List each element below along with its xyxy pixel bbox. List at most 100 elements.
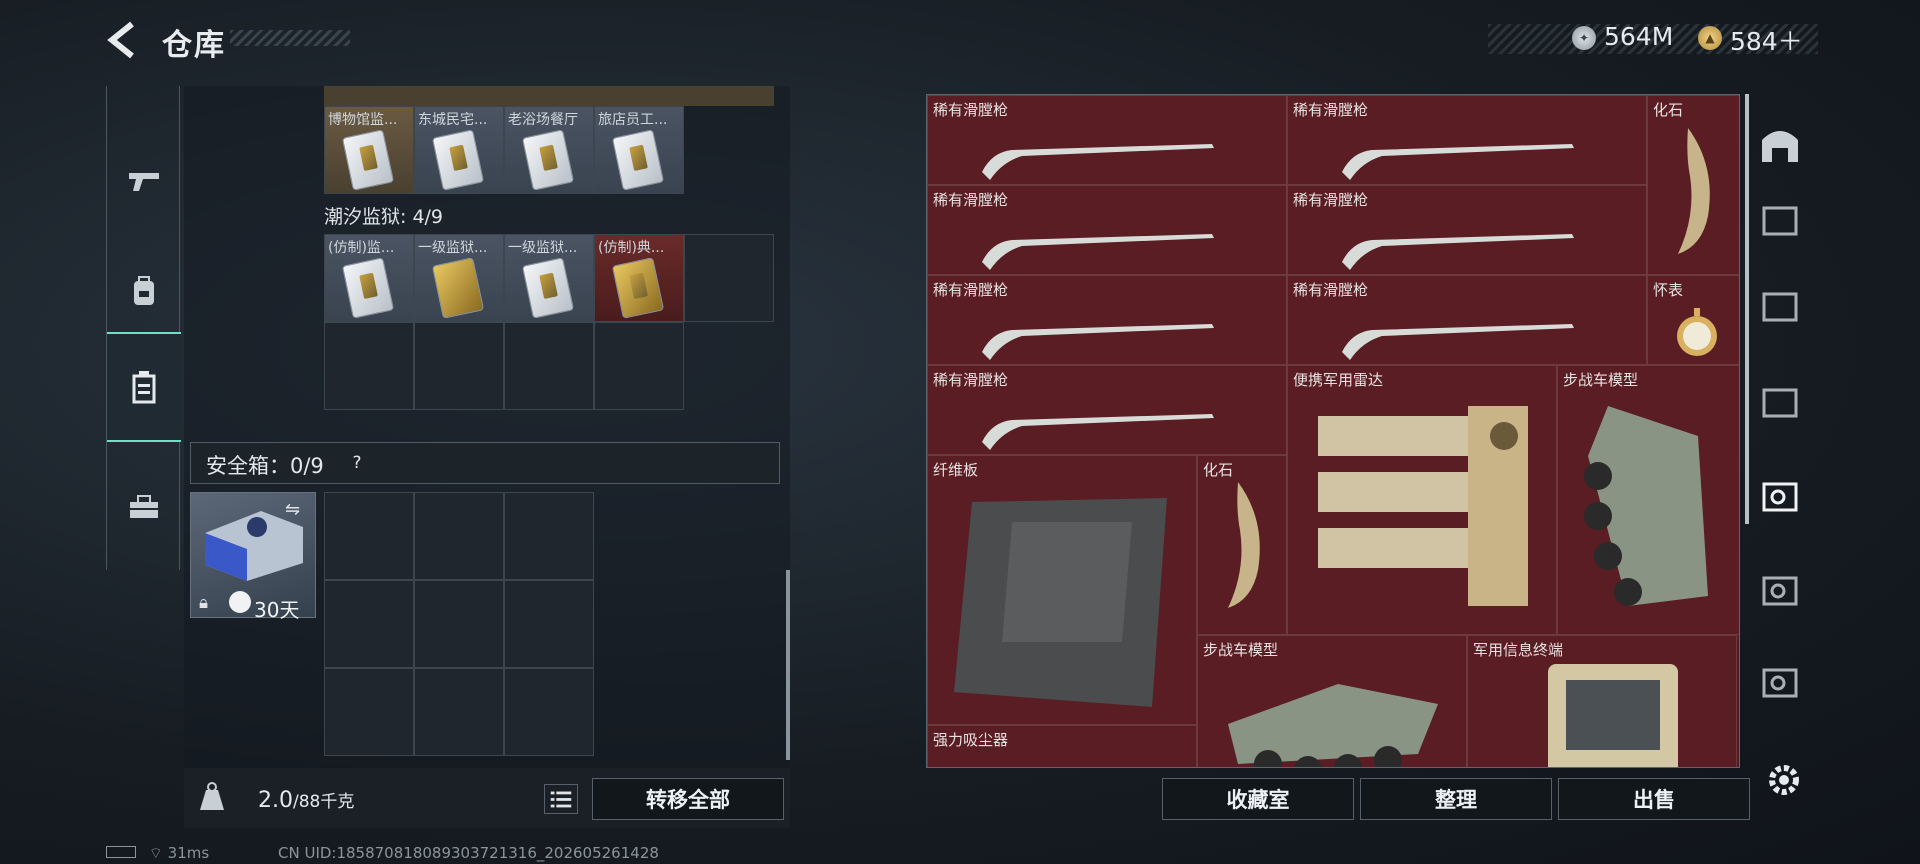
stash-page-v-icon-active[interactable] xyxy=(1756,470,1804,518)
stash-page-iv-icon[interactable] xyxy=(1756,280,1804,328)
item-label: 强力吸尘器 xyxy=(933,731,1009,749)
stash-item-terminal[interactable]: 军用信息终端 xyxy=(1467,635,1737,767)
musket-icon xyxy=(982,324,1214,360)
tab-containers[interactable] xyxy=(107,332,181,442)
stash-overview-icon[interactable] xyxy=(1756,120,1804,168)
gold-coin-icon: ▲ xyxy=(1698,26,1722,50)
gold-currency-value: 584＋ xyxy=(1730,27,1803,56)
item-label: 稀有滑膛枪 xyxy=(933,191,1009,209)
stash-item-vacuum[interactable]: 强力吸尘器 xyxy=(927,725,1197,767)
stash-item-fossil[interactable]: 化石 xyxy=(1197,455,1287,635)
keycard-icon xyxy=(431,257,485,319)
back-arrow-icon[interactable] xyxy=(104,20,140,60)
fossil-claw-icon xyxy=(1678,128,1710,254)
empty-slot[interactable] xyxy=(504,322,594,410)
sell-button[interactable]: 出售 xyxy=(1558,778,1750,820)
stash-page-v-icon[interactable] xyxy=(1756,656,1804,704)
settings-gear-icon[interactable] xyxy=(1764,760,1804,800)
stash-page-icon[interactable] xyxy=(1756,194,1804,242)
stash-item-ifv-model[interactable]: 步战车模型 xyxy=(1557,365,1739,635)
empty-slot[interactable] xyxy=(414,668,504,756)
keycard-slot[interactable]: 博物馆监... xyxy=(324,106,414,194)
musket-icon xyxy=(982,414,1214,450)
keycard-slot[interactable]: (仿制)监... xyxy=(324,234,414,322)
stash-item-radar[interactable]: 便携军用雷达 xyxy=(1287,365,1557,635)
empty-slot[interactable] xyxy=(324,668,414,756)
stash-item-musket[interactable]: 稀有滑膛枪 xyxy=(1287,95,1647,185)
empty-slot[interactable] xyxy=(684,234,774,322)
item-label: 旅店员工... xyxy=(598,112,668,128)
sort-button[interactable]: 整理 xyxy=(1360,778,1552,820)
inventory-scrollbar[interactable] xyxy=(786,570,790,760)
stash-item-musket[interactable]: 稀有滑膛枪 xyxy=(927,95,1287,185)
empty-slot[interactable] xyxy=(324,580,414,668)
stash-page-v-icon[interactable] xyxy=(1756,564,1804,612)
item-label: (仿制)典... xyxy=(598,240,665,256)
item-label: 纤维板 xyxy=(933,461,979,479)
item-label: 一级监狱... xyxy=(418,240,488,256)
musket-icon xyxy=(1342,324,1574,360)
container-top-edge xyxy=(324,86,774,106)
safe-box-duration: 30天 xyxy=(254,598,300,622)
keycard-slot[interactable]: 一级监狱... xyxy=(504,234,594,322)
keycard-icon xyxy=(521,129,575,191)
tab-equipment[interactable] xyxy=(107,236,181,346)
help-button[interactable]: ? xyxy=(344,450,370,476)
weight-value: 2.0 xyxy=(258,788,293,813)
stash-item-ifv-model[interactable]: 步战车模型 xyxy=(1197,635,1467,767)
weight-capacity: /88千克 xyxy=(293,792,355,812)
keycard-slot[interactable]: 旅店员工... xyxy=(594,106,684,194)
keycard-slot[interactable]: 一级监狱... xyxy=(414,234,504,322)
empty-slot[interactable] xyxy=(414,492,504,580)
ifv-model-icon xyxy=(1584,406,1708,606)
lock-icon: 🔒︎ xyxy=(199,593,209,613)
item-label: 便携军用雷达 xyxy=(1293,371,1384,389)
case-icon xyxy=(132,371,156,404)
title-decoration xyxy=(230,30,350,46)
radar-icon xyxy=(1318,406,1528,606)
item-label: 博物馆监... xyxy=(328,112,398,128)
empty-slot[interactable] xyxy=(324,322,414,410)
stash-item-musket[interactable]: 稀有滑膛枪 xyxy=(1287,275,1647,365)
empty-slot[interactable] xyxy=(504,668,594,756)
item-label: 怀表 xyxy=(1653,281,1684,299)
empty-slot[interactable] xyxy=(504,580,594,668)
stash-item-musket[interactable]: 稀有滑膛枪 xyxy=(927,365,1287,455)
stash-item-fossil[interactable]: 化石 xyxy=(1647,95,1739,275)
stash-page-iv-icon[interactable] xyxy=(1756,376,1804,424)
weight-icon xyxy=(200,782,224,810)
tab-weapons[interactable] xyxy=(107,126,181,236)
item-label: 稀有滑膛枪 xyxy=(933,101,1009,119)
safe-box-label: 安全箱：0/9 xyxy=(206,454,324,478)
empty-slot[interactable] xyxy=(504,492,594,580)
list-view-icon[interactable] xyxy=(544,784,578,814)
item-label: 稀有滑膛枪 xyxy=(1293,191,1369,209)
collection-room-button[interactable]: 收藏室 xyxy=(1162,778,1354,820)
swap-icon[interactable]: ⇋ xyxy=(285,499,300,520)
tab-toolbox[interactable] xyxy=(107,452,181,562)
stash-item-musket[interactable]: 稀有滑膛枪 xyxy=(927,185,1287,275)
keycard-slot[interactable]: 东城民宅... xyxy=(414,106,504,194)
musket-icon xyxy=(982,234,1214,270)
stash-item-musket[interactable]: 稀有滑膛枪 xyxy=(1287,185,1647,275)
network-status: ⌔ 31ms xyxy=(106,844,209,863)
empty-slot[interactable] xyxy=(414,322,504,410)
stash-item-pocket-watch[interactable]: 怀表 xyxy=(1647,275,1739,365)
player-uid: CN UID:1858708180893037213​16_2026052614… xyxy=(278,844,659,862)
empty-slot[interactable] xyxy=(594,322,684,410)
stash-grid: 稀有滑膛枪 稀有滑膛枪 化石 稀有滑膛枪 稀有滑膛枪 稀有滑膛枪 稀有滑膛枪 怀… xyxy=(926,94,1740,768)
empty-slot[interactable] xyxy=(414,580,504,668)
transfer-all-button[interactable]: 转移全部 xyxy=(592,778,784,820)
pistol-icon xyxy=(129,173,159,191)
keycard-slot[interactable]: 老浴场餐厅 xyxy=(504,106,594,194)
clock-icon xyxy=(229,591,251,613)
prison-section-label: 潮汐监狱: 4/9 xyxy=(324,206,444,228)
stash-item-fiberboard[interactable]: 纤维板 xyxy=(927,455,1197,725)
backpack-icon xyxy=(134,276,154,305)
stash-item-musket[interactable]: 稀有滑膛枪 xyxy=(927,275,1287,365)
empty-slot[interactable] xyxy=(324,492,414,580)
fiberboard-icon xyxy=(954,498,1167,707)
keycard-slot[interactable]: (仿制)典... xyxy=(594,234,684,322)
weight-readout: 2.0/88千克 xyxy=(258,787,354,813)
item-label: 步战车模型 xyxy=(1563,371,1639,389)
